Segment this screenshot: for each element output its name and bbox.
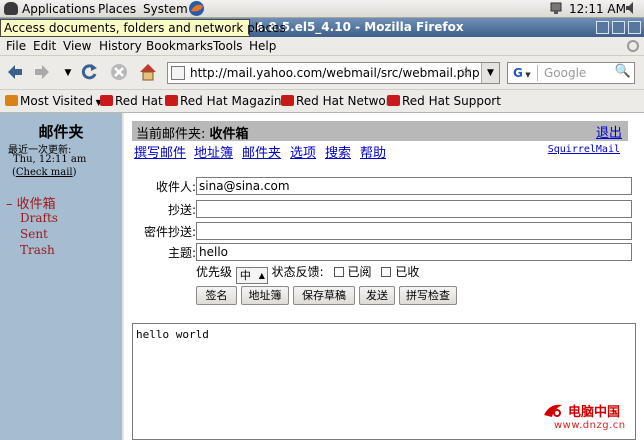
folder-icon — [5, 95, 18, 106]
to-field[interactable]: sina@sina.com — [196, 177, 632, 195]
reload-button[interactable] — [78, 62, 100, 84]
compose-frame: 当前邮件夹: 收件箱 退出 撰写邮件 地址簿 邮件夹 选项 搜索 帮助 Squi… — [126, 113, 644, 440]
places-menu[interactable]: Places — [98, 1, 136, 17]
current-folder-bar: 当前邮件夹: 收件箱 退出 — [132, 121, 628, 142]
page-content: 邮件夹 最近一次更新: Thu, 12:11 am (Check mail) –… — [0, 113, 644, 440]
redhat-icon — [281, 95, 294, 106]
logout-link[interactable]: 退出 — [596, 122, 622, 141]
search-magnifier-icon[interactable]: 🔍 — [615, 64, 631, 79]
cc-field[interactable] — [196, 200, 632, 218]
maximize-window-button[interactable] — [612, 21, 625, 34]
places-tooltip: Access documents, folders and network pl… — [0, 19, 286, 37]
folder-inbox[interactable]: – 收件箱 — [6, 193, 56, 212]
system-menu[interactable]: System — [143, 1, 188, 17]
subject-field[interactable]: hello — [196, 243, 632, 261]
bookmark-most-visited[interactable]: Most Visited ▼ — [5, 94, 102, 108]
forward-arrow-icon — [35, 65, 49, 79]
send-button[interactable]: 发送 — [359, 286, 395, 305]
minimize-window-button[interactable] — [596, 21, 609, 34]
delivery-receipt-checkbox[interactable] — [381, 267, 392, 277]
watermark: 电脑中国 www.dnzg.cn — [540, 401, 640, 437]
read-receipt-checkbox[interactable] — [333, 267, 344, 277]
gnome-foot-icon — [4, 2, 18, 15]
folder-list-frame: 邮件夹 最近一次更新: Thu, 12:11 am (Check mail) –… — [0, 113, 124, 440]
menu-help[interactable]: Help — [249, 39, 276, 53]
gnome-top-panel: Applications Places System 12:11 AM — [0, 0, 644, 18]
watermark-logo-icon — [544, 404, 562, 417]
url-bar[interactable]: http://mail.yahoo.com/webmail/src/webmai… — [167, 62, 500, 84]
priority-receipt-row: 优先级 中▲▼ 状态反馈: 已阅 已收 — [196, 263, 420, 295]
redhat-icon — [165, 95, 178, 106]
site-favicon-icon — [171, 66, 185, 80]
priority-select[interactable]: 中▲▼ — [235, 267, 268, 295]
search-engine-selector[interactable]: G ▼ — [510, 65, 538, 81]
read-receipt-label: 已阅 — [347, 265, 372, 279]
folders-link[interactable]: 邮件夹 — [242, 142, 281, 161]
bcc-label: 密件抄送: — [143, 225, 196, 239]
bookmark-star-icon[interactable]: ☆ — [460, 64, 473, 80]
activity-throbber-icon — [625, 37, 641, 58]
menu-bookmarks[interactable]: Bookmarks — [146, 39, 213, 53]
reload-icon — [81, 64, 97, 80]
menu-history[interactable]: History — [99, 39, 142, 53]
stop-button[interactable] — [108, 62, 130, 84]
bookmark-red-hat-support[interactable]: Red Hat Support — [387, 94, 501, 108]
delivery-receipt-label: 已收 — [395, 265, 420, 279]
addresses-button[interactable]: 地址簿 — [241, 286, 289, 305]
history-dropdown-icon[interactable]: ▼ — [57, 62, 79, 84]
navigation-toolbar: ▼ http://mail.yahoo.com/webmail/src/webm… — [0, 56, 644, 90]
watermark-url: www.dnzg.cn — [554, 420, 626, 431]
compose-link[interactable]: 撰写邮件 — [134, 142, 186, 161]
to-label: 收件人: — [155, 180, 196, 194]
close-window-button[interactable] — [628, 21, 641, 34]
options-link[interactable]: 选项 — [290, 142, 316, 161]
help-link[interactable]: 帮助 — [360, 142, 386, 161]
search-link[interactable]: 搜索 — [325, 142, 351, 161]
watermark-name: 电脑中国 — [568, 405, 621, 420]
menu-file[interactable]: File — [6, 39, 26, 53]
bookmark-red-hat[interactable]: Red Hat — [100, 94, 163, 108]
applications-menu[interactable]: Applications — [4, 1, 95, 17]
folders-title: 邮件夹 — [38, 123, 84, 141]
cc-label: 抄送: — [167, 203, 196, 217]
priority-label: 优先级 — [196, 265, 233, 279]
bookmarks-toolbar: Most Visited ▼ Red Hat Red Hat Magazine … — [0, 90, 644, 113]
addresses-link[interactable]: 地址簿 — [194, 142, 233, 161]
subject-label: 主题: — [167, 246, 196, 260]
current-folder-text: 当前邮件夹: 收件箱 — [136, 127, 249, 142]
signature-button[interactable]: 签名 — [196, 286, 237, 305]
home-button[interactable] — [137, 62, 159, 84]
check-mail-row: (Check mail) — [12, 167, 77, 178]
redhat-icon — [387, 95, 400, 106]
back-arrow-icon — [8, 65, 22, 79]
save-draft-button[interactable]: 保存草稿 — [293, 286, 355, 305]
squirrelmail-link[interactable]: SquirrelMail — [548, 144, 620, 155]
folder-trash[interactable]: Trash — [20, 243, 55, 257]
forward-button[interactable] — [31, 62, 53, 84]
last-refresh-time: Thu, 12:11 am — [13, 154, 87, 165]
folder-sent[interactable]: Sent — [20, 227, 48, 241]
search-bar[interactable]: G ▼ Google 🔍 — [507, 62, 635, 84]
check-mail-link[interactable]: Check mail — [16, 167, 73, 178]
folder-drafts[interactable]: Drafts — [20, 211, 58, 225]
search-input[interactable]: Google — [544, 66, 586, 80]
url-text[interactable]: http://mail.yahoo.com/webmail/src/webmai… — [190, 66, 480, 80]
spellcheck-button[interactable]: 拼写检查 — [399, 286, 457, 305]
firefox-menubar: File Edit View History Bookmarks Tools H… — [0, 37, 644, 56]
menu-view[interactable]: View — [63, 39, 91, 53]
back-button[interactable] — [4, 62, 26, 84]
bcc-field[interactable] — [196, 222, 632, 240]
receipt-label: 状态反馈: — [271, 265, 324, 279]
redhat-icon — [100, 95, 113, 106]
panel-clock[interactable]: 12:11 AM — [569, 1, 626, 17]
bookmark-red-hat-magazine[interactable]: Red Hat Magazine — [165, 94, 289, 108]
network-icon[interactable] — [549, 0, 563, 20]
volume-icon[interactable] — [624, 0, 640, 20]
home-icon — [140, 64, 156, 81]
url-dropdown-button[interactable]: ▼ — [481, 63, 499, 83]
menu-tools[interactable]: Tools — [213, 39, 243, 53]
stop-icon — [111, 64, 127, 80]
bookmark-red-hat-network[interactable]: Red Hat Network — [281, 94, 398, 108]
menu-edit[interactable]: Edit — [33, 39, 56, 53]
